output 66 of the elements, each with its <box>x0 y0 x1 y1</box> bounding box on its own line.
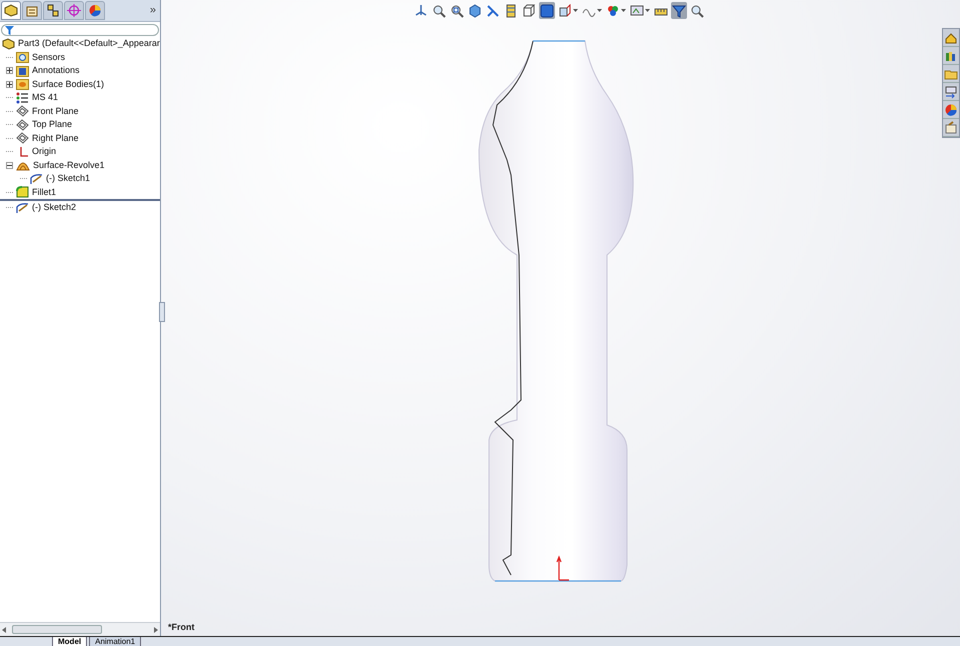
home-icon[interactable] <box>944 30 958 44</box>
tree-item[interactable]: (-) Sketch2 <box>32 201 76 214</box>
filter-icon[interactable] <box>672 4 686 18</box>
tree-item[interactable]: Fillet1 <box>32 186 56 199</box>
tree-item[interactable]: Origin <box>32 145 56 158</box>
dropdown-arrow-icon[interactable] <box>573 8 578 12</box>
configuration-tab[interactable] <box>43 1 63 20</box>
expand-toggle[interactable] <box>6 67 13 74</box>
part-icon <box>2 38 15 50</box>
sketch-icon <box>16 202 29 214</box>
configuration-icon <box>46 4 60 17</box>
tree-item[interactable]: Surface Bodies(1) <box>32 78 104 91</box>
filter-field[interactable] <box>1 24 159 36</box>
view-orientation-label: *Front <box>168 620 194 634</box>
cube-outline-icon[interactable] <box>522 4 536 18</box>
tree-item[interactable]: (-) Sketch1 <box>46 172 90 186</box>
material-icon <box>16 92 29 104</box>
collapse-toggle[interactable] <box>6 162 13 169</box>
tree-item[interactable]: Part3 (Default<<Default>_Appearar <box>18 37 160 50</box>
sketch-icon <box>30 172 43 185</box>
horizontal-scrollbar[interactable] <box>0 622 160 636</box>
tree-item[interactable]: Right Plane <box>32 132 79 145</box>
filter-icon <box>5 26 14 34</box>
feature-tree-tab[interactable] <box>1 1 21 20</box>
plane-icon <box>16 118 29 131</box>
tree-item[interactable]: MS 41 <box>32 91 58 104</box>
clipboard-icon <box>25 4 39 17</box>
plane-icon <box>16 105 29 118</box>
dropdown-arrow-icon[interactable] <box>597 8 602 12</box>
plane-icon <box>16 132 29 144</box>
folder-icon <box>16 64 29 77</box>
zoom-area-icon[interactable] <box>450 4 464 18</box>
custom-properties-icon[interactable] <box>944 120 958 134</box>
display-style-icon[interactable] <box>558 4 572 18</box>
appearance-icon <box>88 4 102 17</box>
scene-icon[interactable] <box>630 4 644 18</box>
tree-item[interactable]: Surface-Revolve1 <box>33 158 105 172</box>
dropdown-arrow-icon[interactable] <box>621 8 626 12</box>
scroll-right-icon[interactable] <box>154 626 158 632</box>
previous-view-icon[interactable] <box>468 4 482 18</box>
zoom-fit-icon[interactable] <box>432 4 446 18</box>
crosshair-icon <box>67 4 81 17</box>
part-icon <box>4 4 18 17</box>
view-orient-icon[interactable] <box>414 4 428 18</box>
scroll-left-icon[interactable] <box>2 626 6 632</box>
more-tabs-button[interactable]: » <box>150 2 156 19</box>
fillet-icon <box>16 186 29 198</box>
tree-item[interactable]: Annotations <box>32 64 80 78</box>
shaded-cube-icon[interactable] <box>540 4 554 18</box>
zoom-icon[interactable] <box>690 4 704 18</box>
property-tab[interactable] <box>22 1 42 20</box>
model-tab[interactable]: Animation1 <box>89 637 142 646</box>
tree-item[interactable]: Top Plane <box>32 118 72 132</box>
appearance-icon[interactable] <box>944 102 958 116</box>
expand-toggle[interactable] <box>6 80 13 88</box>
appearance-icon[interactable] <box>606 4 620 18</box>
dropdown-arrow-icon[interactable] <box>645 8 650 12</box>
folder-icon <box>16 51 29 64</box>
tree-item[interactable]: Sensors <box>32 50 66 64</box>
model-tab[interactable]: Model <box>52 637 88 646</box>
view-palette-icon[interactable] <box>944 84 958 98</box>
appearance-tab[interactable] <box>85 1 105 20</box>
tree-item[interactable]: Front Plane <box>32 104 79 118</box>
scroll-thumb[interactable] <box>12 625 102 634</box>
folder-icon <box>16 78 29 90</box>
panel-splitter-handle[interactable] <box>159 302 165 322</box>
